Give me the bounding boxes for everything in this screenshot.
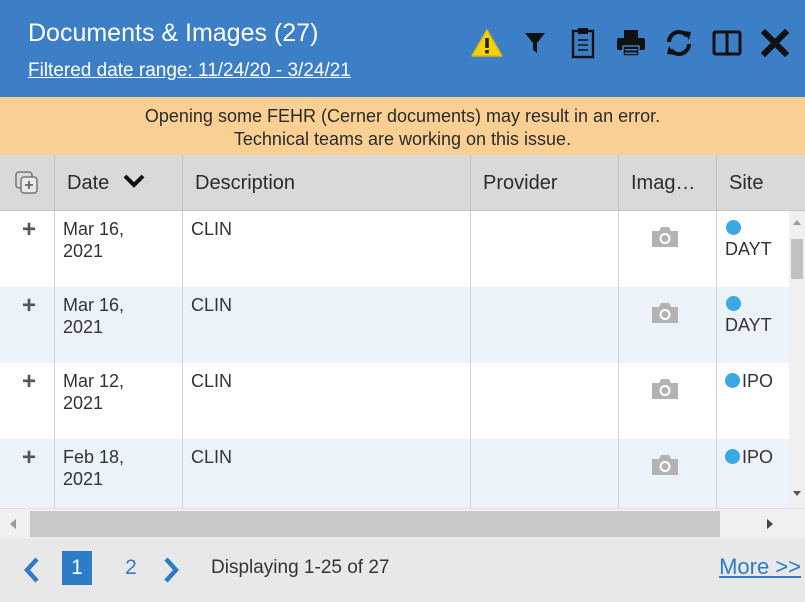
cerner-warning-banner: Opening some FEHR (Cerner documents) may… xyxy=(0,97,805,155)
provider-cell xyxy=(471,211,619,287)
date-cell: Feb 18, 2021 xyxy=(55,439,183,508)
scroll-down-arrow-icon[interactable] xyxy=(792,488,802,498)
column-header-site[interactable]: Site xyxy=(717,155,805,211)
date-cell: Mar 12, 2021 xyxy=(55,363,183,439)
column-header-images[interactable]: Imag… xyxy=(619,155,717,211)
expand-row-icon[interactable]: + xyxy=(22,370,36,394)
site-status-dot-icon xyxy=(725,373,740,388)
camera-icon[interactable] xyxy=(650,302,680,329)
widget-title: Documents & Images (27) xyxy=(28,19,319,47)
banner-line-1: Opening some FEHR (Cerner documents) may… xyxy=(144,106,661,126)
images-cell xyxy=(619,211,717,287)
site-status-dot-icon xyxy=(726,296,741,311)
header-toolbar xyxy=(466,22,802,64)
filtered-date-range-link[interactable]: Filtered date range: 11/24/20 - 3/24/21 xyxy=(28,60,351,82)
table-body: + Mar 16, 2021 CLIN DAYT + Mar 16, 2021 CL… xyxy=(0,211,789,508)
provider-cell xyxy=(471,363,619,439)
scroll-up-arrow-icon[interactable] xyxy=(792,218,802,228)
scroll-left-arrow-icon[interactable] xyxy=(8,518,18,530)
scroll-right-arrow-icon[interactable] xyxy=(765,518,775,530)
expand-row-icon[interactable]: + xyxy=(22,294,36,318)
documents-images-widget: Documents & Images (27) Filtered date ra… xyxy=(0,0,805,602)
horizontal-scrollbar[interactable] xyxy=(0,508,805,538)
expand-row-icon[interactable]: + xyxy=(22,218,36,242)
vertical-scroll-thumb[interactable] xyxy=(791,239,803,279)
displaying-count-text: Displaying 1-25 of 27 xyxy=(211,557,390,578)
split-view-icon[interactable] xyxy=(706,22,748,64)
site-status-dot-icon xyxy=(725,449,740,464)
table-row[interactable]: + Mar 16, 2021 CLIN DAYT xyxy=(0,287,789,363)
expand-all-icon[interactable] xyxy=(0,155,55,211)
column-header-provider[interactable]: Provider xyxy=(471,155,619,211)
previous-page-icon[interactable] xyxy=(23,557,40,588)
pagination-footer: 1 2 Displaying 1-25 of 27 More >> xyxy=(0,538,805,602)
print-icon[interactable] xyxy=(610,22,652,64)
banner-line-2: Technical teams are working on this issu… xyxy=(233,129,572,149)
table-header: Date Description Provider Imag… Site xyxy=(0,155,805,211)
column-header-description[interactable]: Description xyxy=(183,155,471,211)
site-cell: IPO xyxy=(717,439,789,508)
description-cell: CLIN xyxy=(183,363,471,439)
sort-chevron-down-icon[interactable] xyxy=(123,172,145,195)
description-cell: CLIN xyxy=(183,287,471,363)
images-cell xyxy=(619,363,717,439)
column-header-date-label: Date xyxy=(67,171,110,194)
site-cell: DAYT xyxy=(717,287,789,363)
provider-cell xyxy=(471,439,619,508)
description-cell: CLIN xyxy=(183,439,471,508)
table-row[interactable]: + Feb 18, 2021 CLIN IPO xyxy=(0,439,789,508)
camera-icon[interactable] xyxy=(650,454,680,481)
page-2-button[interactable]: 2 xyxy=(118,551,144,585)
refresh-icon[interactable] xyxy=(658,22,700,64)
widget-header: Documents & Images (27) Filtered date ra… xyxy=(0,0,805,97)
date-cell: Mar 16, 2021 xyxy=(55,211,183,287)
site-cell: DAYT xyxy=(717,211,789,287)
table-row[interactable]: + Mar 16, 2021 CLIN DAYT xyxy=(0,211,789,287)
description-cell: CLIN xyxy=(183,211,471,287)
table-row[interactable]: + Mar 12, 2021 CLIN IPO xyxy=(0,363,789,439)
column-header-date[interactable]: Date xyxy=(55,155,183,211)
site-status-dot-icon xyxy=(726,220,741,235)
provider-cell xyxy=(471,287,619,363)
horizontal-scroll-thumb[interactable] xyxy=(30,511,720,537)
expand-row-icon[interactable]: + xyxy=(22,446,36,470)
date-cell: Mar 16, 2021 xyxy=(55,287,183,363)
warning-icon[interactable] xyxy=(466,22,508,64)
next-page-icon[interactable] xyxy=(163,557,180,588)
more-link[interactable]: More >> xyxy=(719,554,801,580)
images-cell xyxy=(619,439,717,508)
page-1-button[interactable]: 1 xyxy=(62,551,92,585)
close-icon[interactable] xyxy=(754,22,796,64)
site-cell: IPO xyxy=(717,363,789,439)
vertical-scrollbar[interactable] xyxy=(789,211,805,508)
filter-icon[interactable] xyxy=(514,22,556,64)
clipboard-icon[interactable] xyxy=(562,22,604,64)
images-cell xyxy=(619,287,717,363)
camera-icon[interactable] xyxy=(650,226,680,253)
camera-icon[interactable] xyxy=(650,378,680,405)
